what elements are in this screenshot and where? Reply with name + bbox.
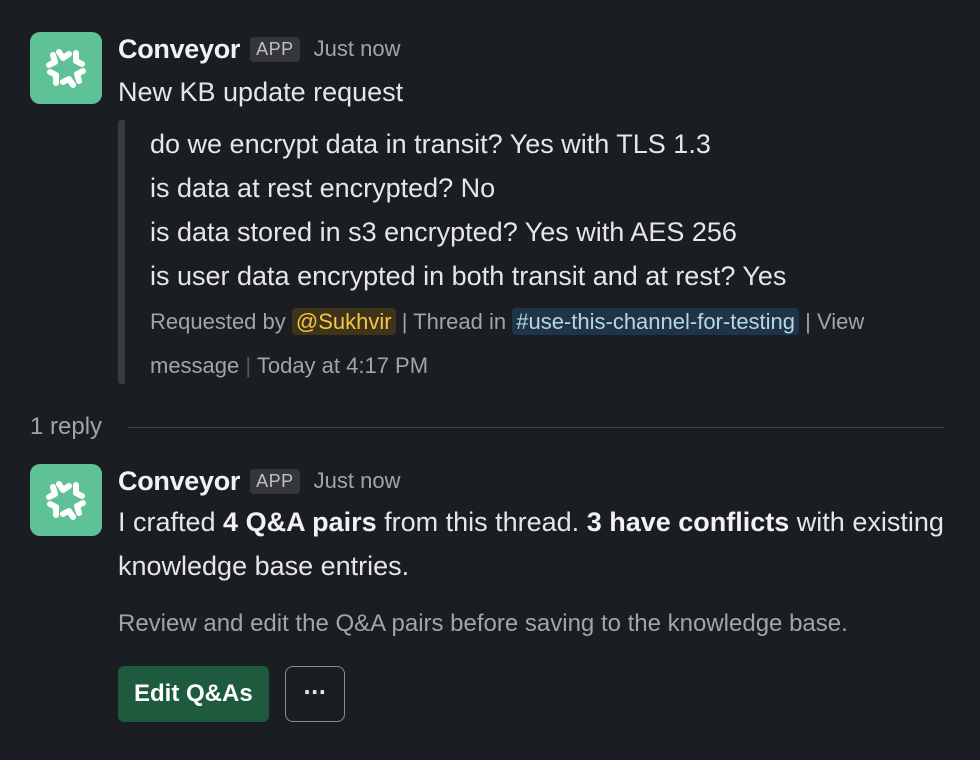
conveyor-avatar[interactable] (30, 32, 102, 104)
ellipsis-icon: ··· (303, 680, 327, 704)
request-meta: Requested by @Sukhvir | Thread in #use-t… (150, 300, 950, 388)
message-actions: Edit Q&As ··· (118, 666, 950, 722)
quote-line: do we encrypt data in transit? Yes with … (150, 129, 711, 159)
message-body: I crafted 4 Q&A pairs from this thread. … (118, 500, 950, 588)
quote-line: is data at rest encrypted? No (150, 173, 496, 203)
message-timestamp[interactable]: Just now (314, 468, 401, 494)
pipe-separator: | (245, 353, 252, 378)
more-actions-button[interactable]: ··· (284, 666, 345, 722)
message-timestamp[interactable]: Just now (314, 36, 401, 62)
conveyor-logo-icon (46, 49, 86, 88)
app-badge: APP (250, 36, 300, 62)
conveyor-logo-icon (46, 481, 86, 520)
body-text-segment: I crafted (118, 507, 224, 537)
review-hint: Review and edit the Q&A pairs before sav… (118, 610, 848, 637)
requested-by-label: Requested by (150, 309, 286, 334)
qa-pairs-count: 4 Q&A pairs (223, 507, 377, 537)
app-badge: APP (250, 468, 300, 494)
reply-divider (128, 426, 944, 428)
request-posted-time[interactable]: Today at 4:17 PM (257, 353, 428, 378)
thread-in-label: | Thread in (401, 309, 507, 334)
pipe-separator: | (805, 309, 811, 334)
body-text-segment: from this thread. (376, 507, 587, 537)
thread-replies: 1 reply (30, 408, 944, 446)
quote-line: is user data encrypted in both transit a… (150, 261, 787, 291)
reply-count[interactable]: 1 reply (30, 413, 102, 441)
sender-name[interactable]: Conveyor (118, 466, 240, 497)
user-mention[interactable]: @Sukhvir (291, 308, 396, 335)
edit-qas-button[interactable]: Edit Q&As (118, 666, 269, 722)
quote-line: is data stored in s3 encrypted? Yes with… (150, 217, 737, 247)
channel-link[interactable]: #use-this-channel-for-testing (512, 308, 800, 335)
quoted-request: do we encrypt data in transit? Yes with … (118, 120, 950, 384)
conveyor-avatar[interactable] (30, 464, 102, 536)
conflicts-count: 3 have conflicts (586, 507, 790, 537)
message-title: New KB update request (118, 77, 404, 107)
sender-name[interactable]: Conveyor (118, 34, 240, 65)
